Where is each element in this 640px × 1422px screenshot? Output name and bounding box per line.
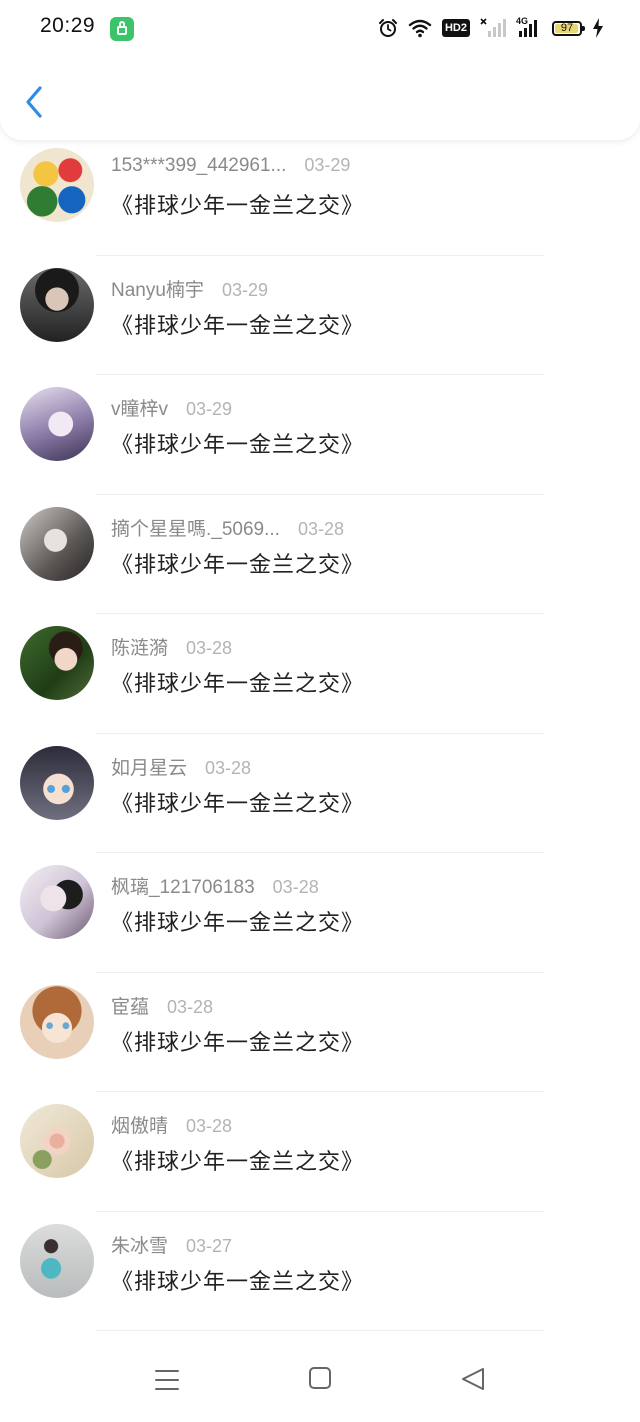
- home-square-icon: [309, 1367, 331, 1389]
- date: 03-29: [221, 279, 268, 300]
- nav-header: [0, 56, 640, 140]
- username[interactable]: 153***399_442961...: [111, 155, 286, 177]
- item-meta: 如月星云 03-28: [111, 753, 252, 780]
- date: 03-29: [304, 155, 351, 175]
- list-item[interactable]: 153***399_442961... 03-29 《排球少年一金兰之交》: [0, 136, 640, 256]
- system-nav-bar: [0, 1342, 640, 1422]
- battery-level: 97: [560, 21, 574, 34]
- item-meta: 摘个星星嗎._5069... 03-28: [111, 514, 344, 541]
- list-item[interactable]: Nanyu楠宇 03-29 《排球少年一金兰之交》: [0, 256, 640, 375]
- avatar[interactable]: [20, 387, 94, 461]
- signal-no-sim-icon: [480, 18, 506, 37]
- date: 03-29: [186, 399, 233, 419]
- back-triangle-icon: [462, 1368, 484, 1390]
- work-title[interactable]: 《排球少年一金兰之交》: [111, 666, 364, 698]
- avatar[interactable]: [20, 267, 94, 342]
- battery-icon: 97: [552, 20, 585, 36]
- item-meta: 宦蕴 03-28: [111, 992, 214, 1019]
- avatar[interactable]: [20, 865, 94, 939]
- date: 03-28: [205, 757, 252, 778]
- username[interactable]: 宦蕴: [111, 992, 149, 1019]
- list-item[interactable]: 如月星云 03-28 《排球少年一金兰之交》: [0, 734, 640, 853]
- date: 03-28: [297, 518, 344, 539]
- username[interactable]: 烟傲晴: [111, 1111, 168, 1138]
- work-title[interactable]: 《排球少年一金兰之交》: [111, 188, 364, 220]
- wifi-icon: [408, 19, 432, 38]
- item-meta: 陈涟漪 03-28: [111, 633, 233, 660]
- like-list: 153***399_442961... 03-29 《排球少年一金兰之交》 Na…: [0, 136, 640, 1331]
- avatar[interactable]: [20, 148, 94, 222]
- list-item[interactable]: v瞳梓v 03-29 《排球少年一金兰之交》: [0, 375, 640, 495]
- date: 03-28: [186, 1116, 233, 1136]
- list-item[interactable]: 宦蕴 03-28 《排球少年一金兰之交》: [0, 973, 640, 1092]
- avatar[interactable]: [20, 984, 94, 1059]
- item-meta: 烟傲晴 03-28: [111, 1111, 233, 1138]
- alarm-icon: [378, 19, 397, 37]
- list-item[interactable]: 摘个星星嗎._5069... 03-28 《排球少年一金兰之交》: [0, 495, 640, 614]
- charging-bolt-icon: [593, 18, 603, 38]
- work-title[interactable]: 《排球少年一金兰之交》: [111, 1144, 364, 1176]
- avatar[interactable]: [20, 506, 94, 581]
- date: 03-28: [186, 638, 233, 658]
- date: 03-28: [167, 996, 214, 1017]
- divider: [96, 1330, 544, 1331]
- list-item[interactable]: 陈涟漪 03-28 《排球少年一金兰之交》: [0, 614, 640, 734]
- status-time: 20:29: [40, 14, 96, 37]
- username[interactable]: Nanyu楠宇: [111, 275, 204, 302]
- avatar[interactable]: [20, 1223, 94, 1298]
- item-meta: 枫璃_121706183 03-28: [111, 872, 319, 899]
- date: 03-28: [272, 877, 319, 897]
- list-item[interactable]: 烟傲晴 03-28 《排球少年一金兰之交》: [0, 1092, 640, 1212]
- date: 03-27: [186, 1235, 233, 1256]
- username[interactable]: 摘个星星嗎._5069...: [111, 514, 280, 541]
- work-title[interactable]: 《排球少年一金兰之交》: [111, 786, 364, 818]
- system-back-button[interactable]: [460, 1366, 486, 1392]
- item-meta: Nanyu楠宇 03-29: [111, 275, 268, 302]
- status-bar: 20:29 HD2 4G 97: [0, 0, 640, 56]
- list-item[interactable]: 枫璃_121706183 03-28 《排球少年一金兰之交》: [0, 853, 640, 973]
- hd-badge: HD2: [441, 19, 470, 37]
- username[interactable]: v瞳梓v: [111, 394, 168, 421]
- item-meta: 153***399_442961... 03-29: [111, 155, 350, 179]
- item-meta: 朱冰雪 03-27: [111, 1231, 233, 1258]
- network-label: 4G: [516, 16, 529, 26]
- menu-icon: [155, 1370, 179, 1390]
- chevron-left-icon: [26, 86, 42, 118]
- screen: 20:29 HD2 4G 97 153***399_442961... 03-2…: [0, 0, 640, 1422]
- back-button[interactable]: [20, 82, 50, 122]
- green-app-icon: [110, 17, 134, 41]
- work-title[interactable]: 《排球少年一金兰之交》: [111, 1264, 364, 1296]
- work-title[interactable]: 《排球少年一金兰之交》: [111, 1025, 364, 1057]
- username[interactable]: 如月星云: [111, 753, 187, 780]
- avatar[interactable]: [20, 745, 94, 820]
- menu-button[interactable]: [154, 1368, 180, 1392]
- work-title[interactable]: 《排球少年一金兰之交》: [111, 308, 364, 340]
- avatar[interactable]: [20, 626, 94, 700]
- work-title[interactable]: 《排球少年一金兰之交》: [111, 427, 364, 459]
- work-title[interactable]: 《排球少年一金兰之交》: [111, 905, 364, 937]
- list-item[interactable]: 朱冰雪 03-27 《排球少年一金兰之交》: [0, 1212, 640, 1331]
- signal-4g: 4G: [516, 16, 542, 38]
- work-title[interactable]: 《排球少年一金兰之交》: [111, 547, 364, 579]
- status-icons: HD2 4G 97: [378, 14, 604, 42]
- username[interactable]: 陈涟漪: [111, 633, 168, 660]
- avatar[interactable]: [20, 1104, 94, 1178]
- username[interactable]: 枫璃_121706183: [111, 872, 255, 899]
- username[interactable]: 朱冰雪: [111, 1231, 168, 1258]
- item-meta: v瞳梓v 03-29: [111, 394, 233, 421]
- home-button[interactable]: [308, 1366, 332, 1390]
